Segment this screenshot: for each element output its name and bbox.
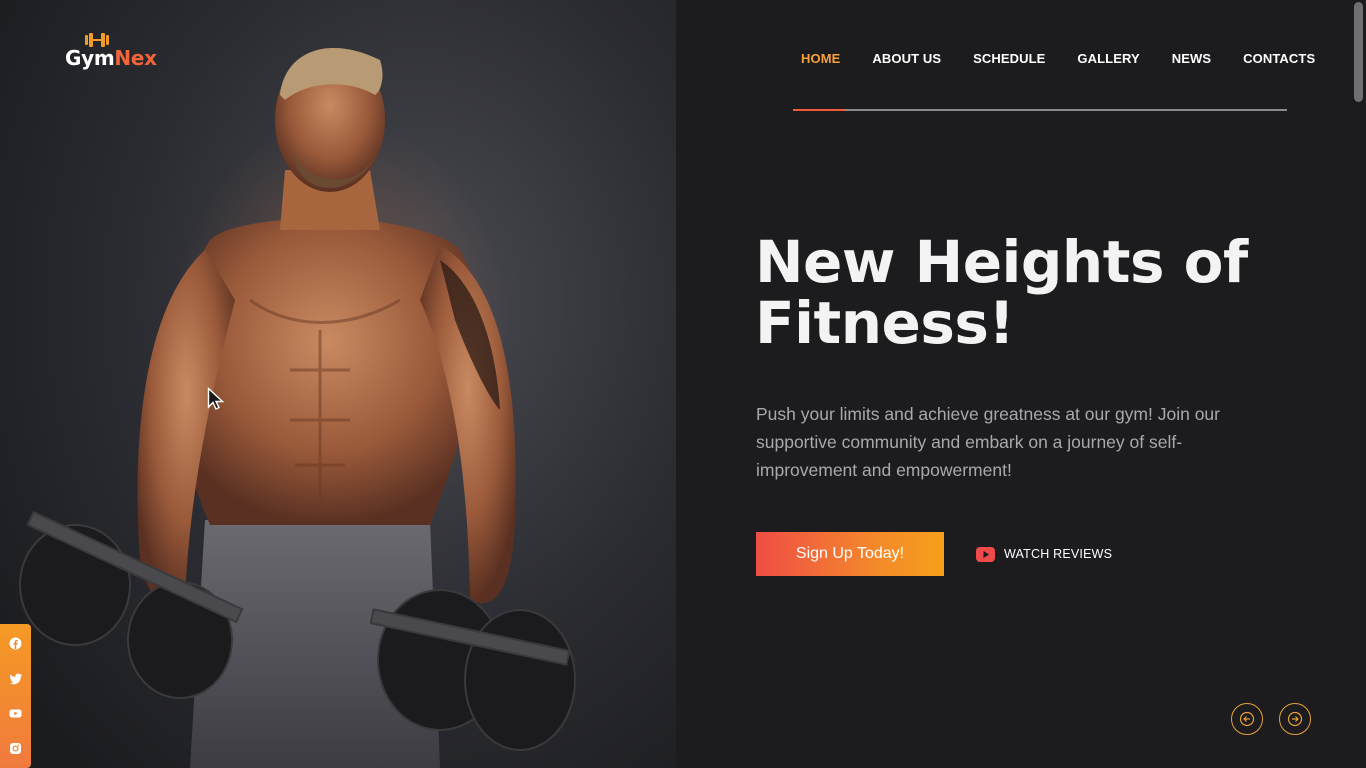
instagram-icon bbox=[10, 743, 21, 754]
hero-description: Push your limits and achieve greatness a… bbox=[756, 404, 1220, 480]
nav-item-schedule[interactable]: SCHEDULE bbox=[973, 51, 1045, 66]
logo-text-gym: Gym bbox=[65, 46, 115, 70]
youtube-play-icon bbox=[976, 546, 995, 562]
hero-title-line2: Fitness! bbox=[755, 289, 1015, 357]
main-nav: HOME ABOUT US SCHEDULE GALLERY NEWS CONT… bbox=[790, 48, 1347, 68]
hero-image bbox=[0, 0, 676, 768]
twitter-icon bbox=[9, 673, 22, 685]
facebook-icon bbox=[9, 637, 22, 650]
facebook-link[interactable] bbox=[8, 636, 23, 651]
watch-reviews-label: WATCH REVIEWS bbox=[1004, 547, 1113, 561]
sign-up-button[interactable]: Sign Up Today! bbox=[756, 532, 944, 576]
nav-item-about-us[interactable]: ABOUT US bbox=[872, 51, 941, 66]
arrow-left-circle-icon bbox=[1239, 711, 1255, 727]
mouse-cursor-icon bbox=[207, 387, 225, 410]
nav-divider bbox=[793, 109, 1287, 111]
logo-text-nex: Nex bbox=[114, 46, 157, 70]
youtube-link[interactable] bbox=[8, 706, 23, 721]
youtube-icon bbox=[9, 709, 22, 718]
slider-prev-button[interactable] bbox=[1231, 703, 1263, 735]
logo[interactable]: GymNex bbox=[64, 32, 164, 72]
nav-item-news[interactable]: NEWS bbox=[1172, 51, 1211, 66]
nav-item-contacts[interactable]: CONTACTS bbox=[1243, 51, 1315, 66]
nav-item-gallery[interactable]: GALLERY bbox=[1077, 51, 1139, 66]
nav-active-indicator bbox=[793, 109, 845, 111]
logo-text: GymNex bbox=[65, 46, 157, 70]
athlete-illustration bbox=[19, 47, 576, 768]
watch-reviews-link[interactable]: WATCH REVIEWS bbox=[976, 544, 1112, 564]
slider-next-button[interactable] bbox=[1279, 703, 1311, 735]
instagram-link[interactable] bbox=[8, 741, 23, 756]
scrollbar-thumb[interactable] bbox=[1354, 2, 1363, 102]
twitter-link[interactable] bbox=[8, 671, 23, 686]
social-bar bbox=[0, 624, 31, 768]
hero-title-line1: New Heights of bbox=[755, 228, 1248, 296]
hero-title: New Heights of Fitness! bbox=[755, 232, 1275, 354]
arrow-right-circle-icon bbox=[1287, 711, 1303, 727]
page-scrollbar[interactable] bbox=[1351, 0, 1366, 768]
nav-item-home[interactable]: HOME bbox=[801, 51, 840, 66]
